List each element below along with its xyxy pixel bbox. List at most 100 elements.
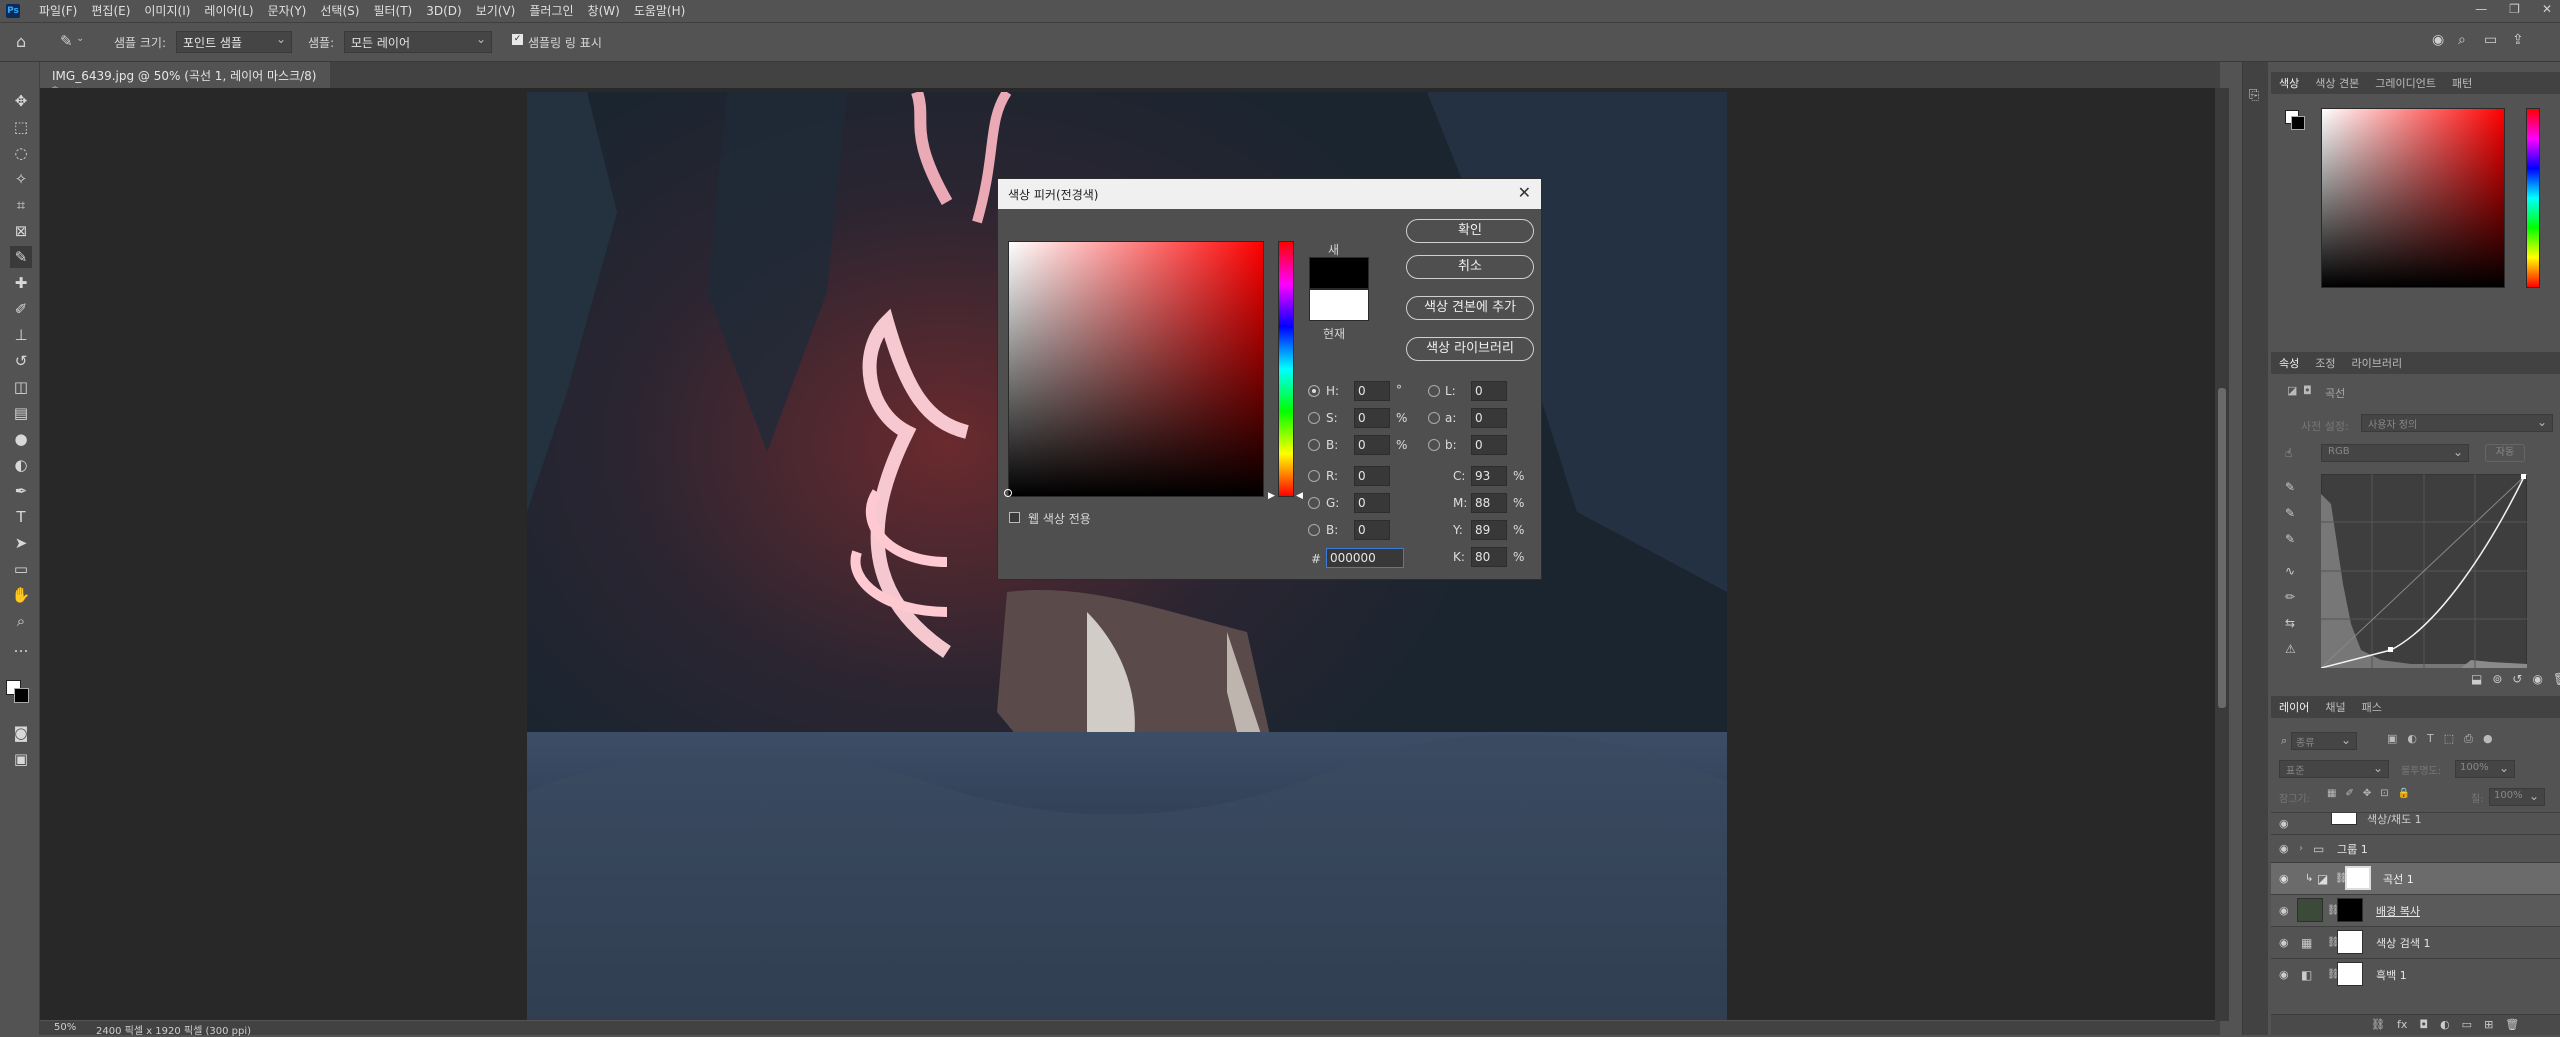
- quick-mask-icon[interactable]: ◙: [10, 722, 32, 744]
- checkbox-checked-icon[interactable]: ✓: [512, 34, 523, 45]
- tab-layers[interactable]: 레이어: [2271, 699, 2317, 715]
- blur-tool-icon[interactable]: ●: [10, 428, 32, 450]
- fx-icon[interactable]: fx: [2397, 1018, 2407, 1031]
- filter-toggle-icon[interactable]: ●: [2483, 732, 2493, 746]
- layer-row[interactable]: ◉ 색상/채도 1: [2271, 812, 2560, 834]
- eye-icon[interactable]: ◉: [2279, 968, 2289, 981]
- cancel-button[interactable]: 취소: [1406, 255, 1534, 279]
- target-adjust-icon[interactable]: ☝: [2285, 446, 2292, 460]
- lasso-tool-icon[interactable]: ◌: [10, 142, 32, 164]
- curve-point-1[interactable]: [2388, 647, 2393, 652]
- blue-radio[interactable]: [1308, 524, 1320, 536]
- preset-select[interactable]: 사용자 정의: [2361, 414, 2553, 432]
- menu-window[interactable]: 창(W): [581, 2, 627, 19]
- r-radio[interactable]: [1308, 470, 1320, 482]
- eye-icon[interactable]: ◉: [2279, 842, 2289, 855]
- lock-position-icon[interactable]: ✥: [2363, 788, 2371, 799]
- clipping-warning-icon[interactable]: ⚠: [2285, 642, 2296, 656]
- s-radio[interactable]: [1308, 412, 1320, 424]
- adjustment-filter-icon[interactable]: ◐: [2407, 732, 2417, 746]
- search-icon[interactable]: ⌕: [2458, 32, 2466, 48]
- opacity-field[interactable]: 100%: [2455, 760, 2515, 778]
- shape-filter-icon[interactable]: ⬚: [2444, 732, 2454, 746]
- menu-plugins[interactable]: 플러그인: [522, 2, 580, 19]
- lock-artboard-icon[interactable]: ⊡: [2380, 788, 2388, 799]
- tab-channels[interactable]: 채널: [2317, 699, 2353, 715]
- new-layer-icon[interactable]: ⊞: [2484, 1018, 2493, 1031]
- hue-slider-left-arrow-icon[interactable]: ▶: [1268, 491, 1275, 501]
- panel-color-field[interactable]: [2321, 108, 2505, 288]
- dialog-close-icon[interactable]: ✕: [1518, 183, 1531, 202]
- white-point-eyedropper-icon[interactable]: ✎: [2285, 532, 2295, 546]
- current-color-swatch[interactable]: [1309, 289, 1369, 321]
- brightness-field[interactable]: 0: [1354, 435, 1390, 455]
- channel-select[interactable]: RGB: [2321, 444, 2469, 462]
- tab-color[interactable]: 색상: [2271, 75, 2307, 91]
- hue-slider-right-arrow-icon[interactable]: ◀: [1296, 491, 1303, 501]
- tab-patterns[interactable]: 패턴: [2444, 75, 2480, 91]
- tab-paths[interactable]: 패스: [2354, 699, 2390, 715]
- curve-point-2[interactable]: [2521, 474, 2526, 479]
- history-panel-icon[interactable]: ⎘: [2249, 88, 2259, 103]
- type-filter-icon[interactable]: T: [2427, 732, 2434, 746]
- menu-edit[interactable]: 편집(E): [84, 2, 137, 19]
- dialog-titlebar[interactable]: 색상 피커(전경색) ✕: [998, 179, 1541, 209]
- eyedropper-icon[interactable]: ✎: [60, 32, 73, 50]
- fill-field[interactable]: 100%: [2489, 788, 2545, 806]
- marquee-tool-icon[interactable]: ⬚: [10, 116, 32, 138]
- restore-icon[interactable]: ❐: [2509, 2, 2520, 16]
- tab-adjustments[interactable]: 조정: [2307, 355, 2343, 371]
- reset-icon[interactable]: ↺: [2512, 672, 2522, 686]
- lock-transparent-icon[interactable]: ▦: [2327, 788, 2336, 799]
- menu-select[interactable]: 선택(S): [313, 2, 366, 19]
- h-radio[interactable]: [1308, 385, 1320, 397]
- layer-row[interactable]: ◉ › ▭ 그룹 1: [2271, 834, 2560, 862]
- c-field[interactable]: 93: [1471, 466, 1507, 486]
- share-icon[interactable]: ⇪: [2512, 32, 2524, 48]
- screen-mode-icon[interactable]: ▣: [10, 748, 32, 770]
- clip-to-layer-icon[interactable]: ⬓: [2471, 672, 2482, 686]
- brightness-radio[interactable]: [1308, 439, 1320, 451]
- background-color-swatch[interactable]: [14, 688, 29, 703]
- layer-mask-thumb[interactable]: [2345, 866, 2371, 890]
- eye-icon[interactable]: ◉: [2279, 872, 2289, 885]
- g-radio[interactable]: [1308, 497, 1320, 509]
- k-field[interactable]: 80: [1471, 547, 1507, 567]
- eye-icon[interactable]: ◉: [2279, 904, 2289, 917]
- blue-field[interactable]: 0: [1354, 520, 1390, 540]
- close-icon[interactable]: ✕: [2542, 2, 2552, 16]
- black-point-eyedropper-icon[interactable]: ✎: [2285, 480, 2295, 494]
- tool-preset-chevron-icon[interactable]: ⌄: [76, 33, 84, 44]
- r-field[interactable]: 0: [1354, 466, 1390, 486]
- minimize-icon[interactable]: —: [2475, 2, 2487, 16]
- a-radio[interactable]: [1428, 412, 1440, 424]
- sample-size-select[interactable]: 포인트 샘플: [176, 31, 292, 53]
- link-layers-icon[interactable]: ⛓: [2371, 1018, 2385, 1031]
- visibility-icon[interactable]: ◉: [2532, 672, 2542, 686]
- m-field[interactable]: 88: [1471, 493, 1507, 513]
- web-colors-checkbox[interactable]: [1009, 512, 1020, 523]
- menu-view[interactable]: 보기(V): [469, 2, 523, 19]
- color-libraries-button[interactable]: 색상 라이브러리: [1406, 337, 1534, 361]
- lab-b-field[interactable]: 0: [1471, 435, 1507, 455]
- mask-icon[interactable]: ◘: [2303, 384, 2312, 397]
- eye-icon[interactable]: ◉: [2279, 817, 2289, 830]
- new-adjustment-icon[interactable]: ◐: [2440, 1018, 2450, 1031]
- menu-image[interactable]: 이미지(I): [137, 2, 197, 19]
- type-tool-icon[interactable]: T: [10, 506, 32, 528]
- curves-graph[interactable]: [2321, 474, 2527, 668]
- more-tools-icon[interactable]: …: [10, 636, 32, 658]
- scroll-thumb[interactable]: [2218, 388, 2226, 708]
- blend-mode-select[interactable]: 표준: [2279, 760, 2389, 778]
- layer-row-selected[interactable]: ◉ ↳ ◪ ⛓ 곡선 1: [2271, 862, 2560, 894]
- menu-layer[interactable]: 레이어(L): [197, 2, 260, 19]
- menu-3d[interactable]: 3D(D): [419, 4, 468, 18]
- delete-icon[interactable]: 🗑: [2553, 672, 2560, 686]
- pixel-filter-icon[interactable]: ▣: [2387, 732, 2397, 746]
- history-brush-icon[interactable]: ↺: [10, 350, 32, 372]
- delete-layer-icon[interactable]: 🗑: [2505, 1018, 2519, 1031]
- pen-tool-icon[interactable]: ✒: [10, 480, 32, 502]
- lab-b-radio[interactable]: [1428, 439, 1440, 451]
- menu-help[interactable]: 도움말(H): [627, 2, 693, 19]
- view-previous-icon[interactable]: ⊚: [2492, 672, 2502, 686]
